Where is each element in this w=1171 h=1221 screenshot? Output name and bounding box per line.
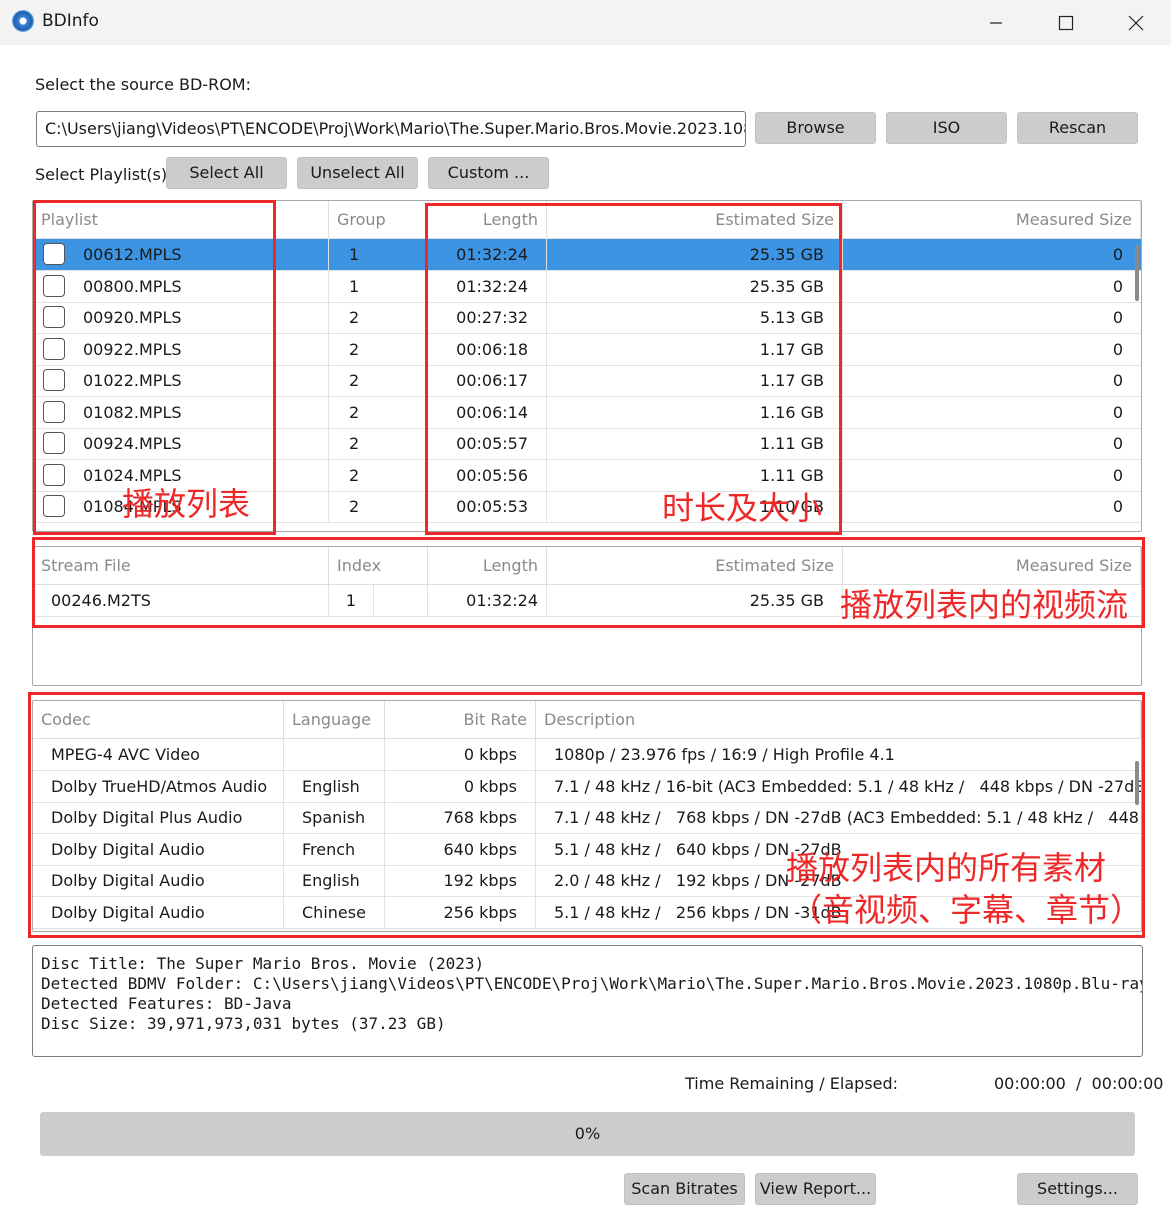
features-line: Detected Features: BD-Java	[41, 994, 292, 1013]
settings-button[interactable]: Settings...	[1017, 1173, 1138, 1205]
disc-icon	[12, 10, 34, 32]
custom-button[interactable]: Custom ...	[428, 157, 549, 189]
annotation-playlist: 播放列表	[122, 485, 251, 523]
progress-bar: 0%	[40, 1112, 1135, 1156]
maximize-button[interactable]	[1031, 0, 1101, 45]
playlist-measured-size: 0	[1112, 245, 1123, 264]
browse-button[interactable]: Browse	[755, 112, 876, 144]
unselect-all-button[interactable]: Unselect All	[297, 157, 418, 189]
playlist-group: 2	[329, 491, 428, 522]
scan-bitrates-button[interactable]: Scan Bitrates	[624, 1173, 745, 1205]
title-bar: BDInfo	[0, 0, 1171, 45]
playlist-scrollbar[interactable]	[1135, 245, 1139, 301]
playlist-measured-size: 0	[1112, 308, 1123, 327]
bdmv-folder-line: Detected BDMV Folder: C:\Users\jiang\Vid…	[41, 974, 1143, 993]
playlist-measured-size: 0	[1112, 497, 1123, 516]
playlist-group: 2	[329, 459, 428, 491]
playlist-measured-size: 0	[1112, 339, 1123, 359]
playlist-measured-size: 0	[1112, 402, 1123, 422]
disc-info-box[interactable]: Disc Title: The Super Mario Bros. Movie …	[32, 945, 1143, 1057]
playlist-group: 2	[329, 365, 428, 396]
playlist-measured-size: 0	[1112, 371, 1123, 390]
disc-title-line: Disc Title: The Super Mario Bros. Movie …	[41, 954, 485, 973]
playlist-group: 2	[329, 333, 428, 365]
playlist-measured-size: 0	[1112, 434, 1123, 453]
col-group[interactable]: Group	[329, 201, 428, 239]
select-all-button[interactable]: Select All	[166, 157, 287, 189]
playlist-measured-size: 0	[1112, 276, 1123, 296]
window-title: BDInfo	[42, 11, 99, 31]
annotation-stream: 播放列表内的视频流	[840, 586, 1129, 624]
col-measured-size[interactable]: Measured Size	[843, 201, 1141, 239]
disc-size-line: Disc Size: 39,971,973,031 bytes (37.23 G…	[41, 1014, 446, 1033]
close-button[interactable]	[1101, 0, 1171, 45]
progress-text: 0%	[574, 1124, 601, 1143]
annotation-materials-2: （音视频、字幕、章节）	[790, 891, 1143, 929]
view-report-button[interactable]: View Report...	[755, 1173, 876, 1205]
time-value: 00:00:00 / 00:00:00	[994, 1074, 1164, 1093]
iso-button[interactable]: ISO	[886, 112, 1007, 144]
maximize-icon	[1058, 15, 1074, 30]
playlist-group: 2	[329, 428, 428, 459]
source-path-input[interactable]: C:\Users\jiang\Videos\PT\ENCODE\Proj\Wor…	[36, 111, 746, 147]
annotation-materials-1: 播放列表内的所有素材	[786, 849, 1107, 887]
playlist-group: 2	[329, 396, 428, 428]
playlist-select-label: Select Playlist(s):	[35, 165, 173, 184]
playlist-group: 2	[329, 302, 428, 333]
time-label: Time Remaining / Elapsed:	[685, 1074, 899, 1093]
playlist-measured-size: 0	[1112, 465, 1123, 485]
annotation-duration-size: 时长及大小	[662, 489, 823, 527]
rescan-button[interactable]: Rescan	[1017, 112, 1138, 144]
minimize-button[interactable]	[961, 0, 1031, 45]
playlist-group: 1	[329, 239, 428, 270]
minimize-icon	[990, 21, 1002, 24]
close-icon	[1128, 15, 1144, 30]
playlist-group: 1	[329, 270, 428, 302]
source-label: Select the source BD-ROM:	[35, 75, 251, 94]
